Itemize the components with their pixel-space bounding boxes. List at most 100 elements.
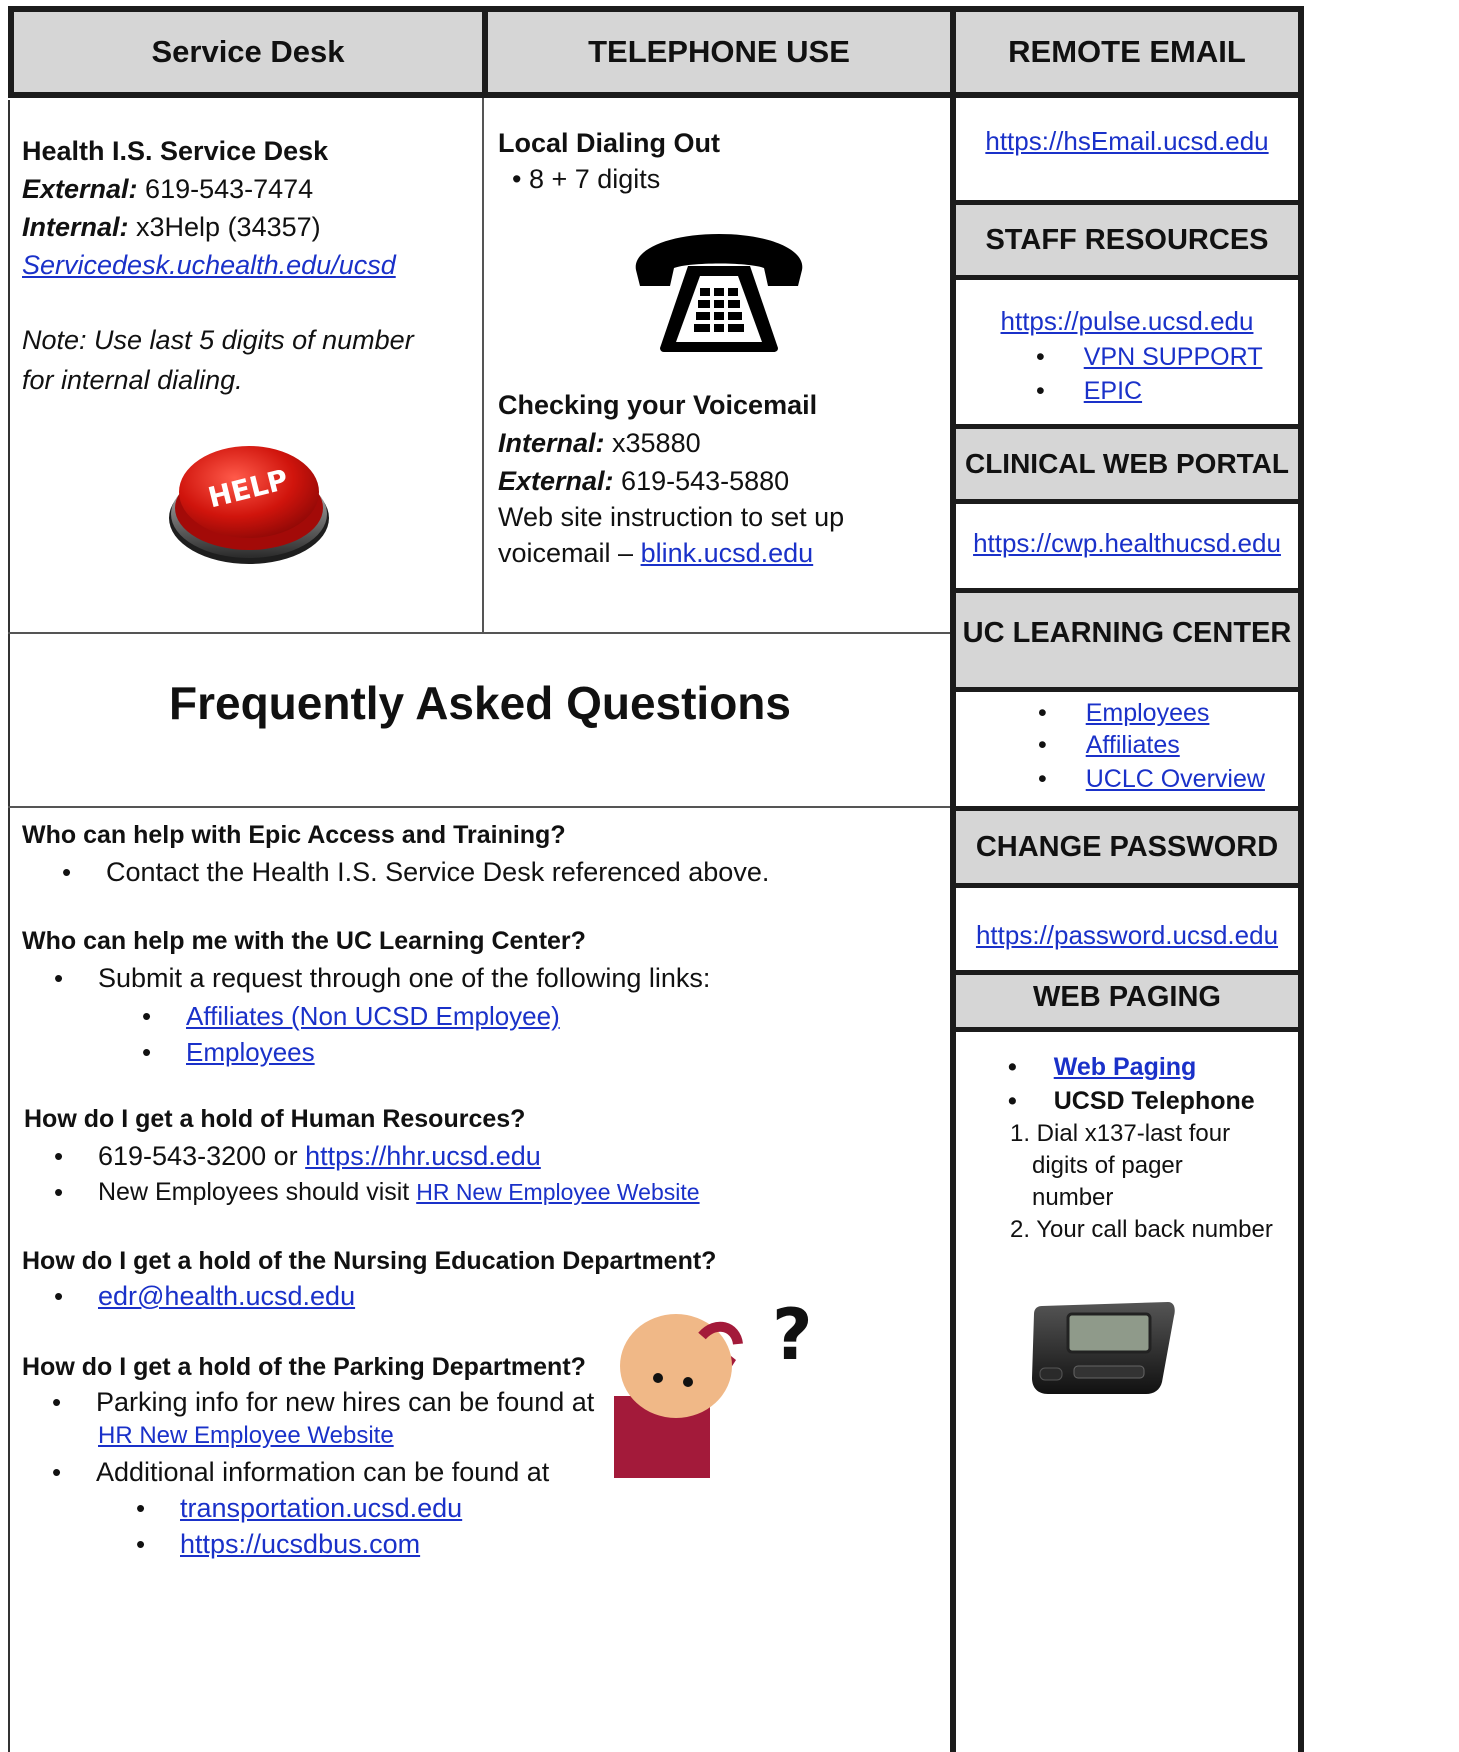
service-desk-internal: Internal: x3Help (34357) — [22, 206, 321, 248]
faq-q1: Who can help with Epic Access and Traini… — [22, 821, 566, 849]
employees-link[interactable]: Employees — [186, 1037, 315, 1067]
web-paging-section: • Web Paging • UCSD Telephone 1. Dial x1… — [956, 1032, 1298, 1752]
vpn-support-link[interactable]: VPN SUPPORT — [1084, 343, 1263, 371]
password-link[interactable]: https://password.ucsd.edu — [976, 920, 1278, 950]
staff-resources-section: https://pulse.ucsd.edu • VPN SUPPORT • E… — [956, 280, 1298, 426]
parking-hr-link[interactable]: HR New Employee Website — [98, 1422, 394, 1449]
help-button-image: HELP — [166, 432, 332, 568]
ucsdbus-link[interactable]: https://ucsdbus.com — [180, 1529, 420, 1559]
web-paging-link[interactable]: Web Paging — [1054, 1053, 1197, 1081]
bullet-dot: • — [1038, 731, 1047, 759]
hhr-link[interactable]: https://hhr.ucsd.edu — [305, 1141, 541, 1171]
service-desk-note: Note: Use last 5 digits of number for in… — [22, 325, 414, 395]
paging-item: • Web Paging — [1008, 1048, 1196, 1086]
paging-item: • UCSD Telephone — [1008, 1082, 1255, 1120]
service-desk-title: Health I.S. Service Desk — [22, 136, 329, 166]
external-phone: 619-543-7474 — [137, 174, 314, 204]
local-dialing-value: 8 + 7 digits — [528, 164, 661, 194]
web-paging-header-text: WEB PAGING — [1033, 981, 1221, 1013]
internal-label: Internal: — [22, 212, 129, 242]
staff-resources-header: STAFF RESOURCES — [950, 200, 1304, 280]
staff-item: • EPIC — [1036, 372, 1142, 410]
vm-external-label: External: — [498, 466, 614, 496]
affiliates-link[interactable]: Affiliates (Non UCSD Employee) — [186, 1001, 560, 1031]
voicemail-instruction-text: voicemail – — [498, 538, 641, 568]
external-label: External: — [22, 174, 138, 204]
remote-email-row: https://hsEmail.ucsd.edu — [956, 126, 1298, 157]
faq-q2-answer: Submit a request through one of the foll… — [54, 958, 710, 998]
clinical-web-portal-header: CLINICAL WEB PORTAL — [950, 424, 1304, 504]
service-desk-header-text: Service Desk — [151, 34, 345, 69]
faq-q2: Who can help me with the UC Learning Cen… — [22, 927, 586, 955]
cwp-row: https://cwp.healthucsd.edu — [956, 528, 1298, 559]
telephone-icon — [628, 230, 810, 354]
paging-step-1-cont: digits of pager — [1032, 1152, 1183, 1179]
transportation-link[interactable]: transportation.ucsd.edu — [180, 1493, 462, 1523]
blink-link[interactable]: blink.ucsd.edu — [641, 538, 814, 568]
vm-internal-value: x35880 — [604, 428, 701, 458]
ucsd-telephone-label: UCSD Telephone — [1053, 1087, 1255, 1115]
faq-title: Frequently Asked Questions — [169, 677, 791, 729]
uclc-employees-link[interactable]: Employees — [1086, 699, 1210, 727]
bullet-dot: • — [1008, 1087, 1017, 1115]
hr-phone: 619-543-3200 or — [98, 1141, 306, 1171]
bullet-dot: • — [512, 164, 529, 194]
staff-resources-header-text: STAFF RESOURCES — [985, 223, 1269, 256]
nursing-email-link[interactable]: edr@health.ucsd.edu — [98, 1281, 355, 1311]
cwp-section: https://cwp.healthucsd.edu — [956, 504, 1298, 590]
change-password-header-text: CHANGE PASSWORD — [975, 830, 1279, 863]
change-password-header: CHANGE PASSWORD — [950, 806, 1304, 888]
password-row: https://password.ucsd.edu — [956, 920, 1298, 951]
uclc-affiliates-link[interactable]: Affiliates — [1086, 731, 1180, 759]
paging-step-2: 2. Your call back number — [1010, 1216, 1273, 1243]
service-desk-link[interactable]: Servicedesk.uchealth.edu/ucsd — [22, 250, 396, 280]
pulse-row: https://pulse.ucsd.edu — [956, 306, 1298, 337]
remote-email-section: https://hsEmail.ucsd.edu — [956, 98, 1298, 202]
pager-image — [1028, 1296, 1178, 1400]
uclc-section: • Employees • Affiliates • UCLC Overview — [956, 692, 1298, 808]
paging-step-1: 1. Dial x137-last four — [1010, 1120, 1231, 1147]
voicemail-instruction-2: voicemail – blink.ucsd.edu — [498, 532, 813, 574]
remote-email-header: REMOTE EMAIL — [950, 6, 1304, 98]
bullet-dot: • — [1036, 343, 1045, 371]
faq-q5-answer-2: Additional information can be found at — [52, 1452, 549, 1492]
telephone-use-header-text: TELEPHONE USE — [588, 34, 850, 69]
clinical-web-portal-header-text: CLINICAL WEB PORTAL — [964, 448, 1290, 479]
faq-q3-new: New Employees should visit HR New Employ… — [54, 1172, 700, 1212]
web-paging-header: WEB PAGING — [950, 970, 1304, 1032]
internal-phone: x3Help (34357) — [128, 212, 321, 242]
faq-q3-phone: 619-543-3200 or https://hhr.ucsd.edu — [54, 1136, 541, 1176]
hr-new-text: New Employees should visit — [98, 1178, 417, 1206]
faq-q3: How do I get a hold of Human Resources? — [24, 1105, 526, 1133]
bullet-dot: • — [1036, 377, 1045, 405]
epic-link[interactable]: EPIC — [1084, 377, 1142, 405]
cwp-link[interactable]: https://cwp.healthucsd.edu — [973, 528, 1281, 558]
remote-email-header-text: REMOTE EMAIL — [1008, 34, 1246, 69]
faq-q4-email-item: edr@health.ucsd.edu — [54, 1276, 355, 1316]
uclc-overview-link[interactable]: UCLC Overview — [1086, 765, 1265, 793]
bullet-dot: • — [1008, 1053, 1017, 1081]
hr-new-employee-link[interactable]: HR New Employee Website — [416, 1179, 699, 1205]
service-desk-header: Service Desk — [8, 6, 488, 98]
paging-step-1-cont: number — [1032, 1184, 1114, 1211]
faq-q5-link-item: transportation.ucsd.edu — [136, 1488, 462, 1528]
question-mark-icon: ? — [772, 1294, 813, 1376]
pulse-link[interactable]: https://pulse.ucsd.edu — [1001, 306, 1254, 336]
hsemail-link[interactable]: https://hsEmail.ucsd.edu — [985, 126, 1268, 156]
uc-learning-center-header: UC LEARNING CENTER — [950, 588, 1304, 692]
faq-q1-answer: Contact the Health I.S. Service Desk ref… — [62, 852, 769, 892]
local-dialing-item: • 8 + 7 digits — [512, 158, 660, 200]
uclc-item: • Affiliates — [1038, 726, 1180, 764]
telephone-use-header: TELEPHONE USE — [482, 6, 956, 98]
bullet-dot: • — [1038, 699, 1047, 727]
faq-q5-link-item: https://ucsdbus.com — [136, 1524, 420, 1564]
staff-item: • VPN SUPPORT — [1036, 338, 1262, 376]
faq-q5-link-row: HR New Employee Website — [98, 1416, 394, 1456]
voicemail-internal: Internal: x35880 — [498, 422, 701, 464]
vm-external-value: 619-543-5880 — [613, 466, 790, 496]
voicemail-title: Checking your Voicemail — [498, 390, 818, 420]
faq-q2-link-item: Affiliates (Non UCSD Employee) — [142, 996, 560, 1036]
service-desk-link-row: Servicedesk.uchealth.edu/ucsd — [22, 244, 396, 286]
service-desk-external: External: 619-543-7474 — [22, 168, 313, 210]
faq-q2-link-item: Employees — [142, 1032, 315, 1072]
